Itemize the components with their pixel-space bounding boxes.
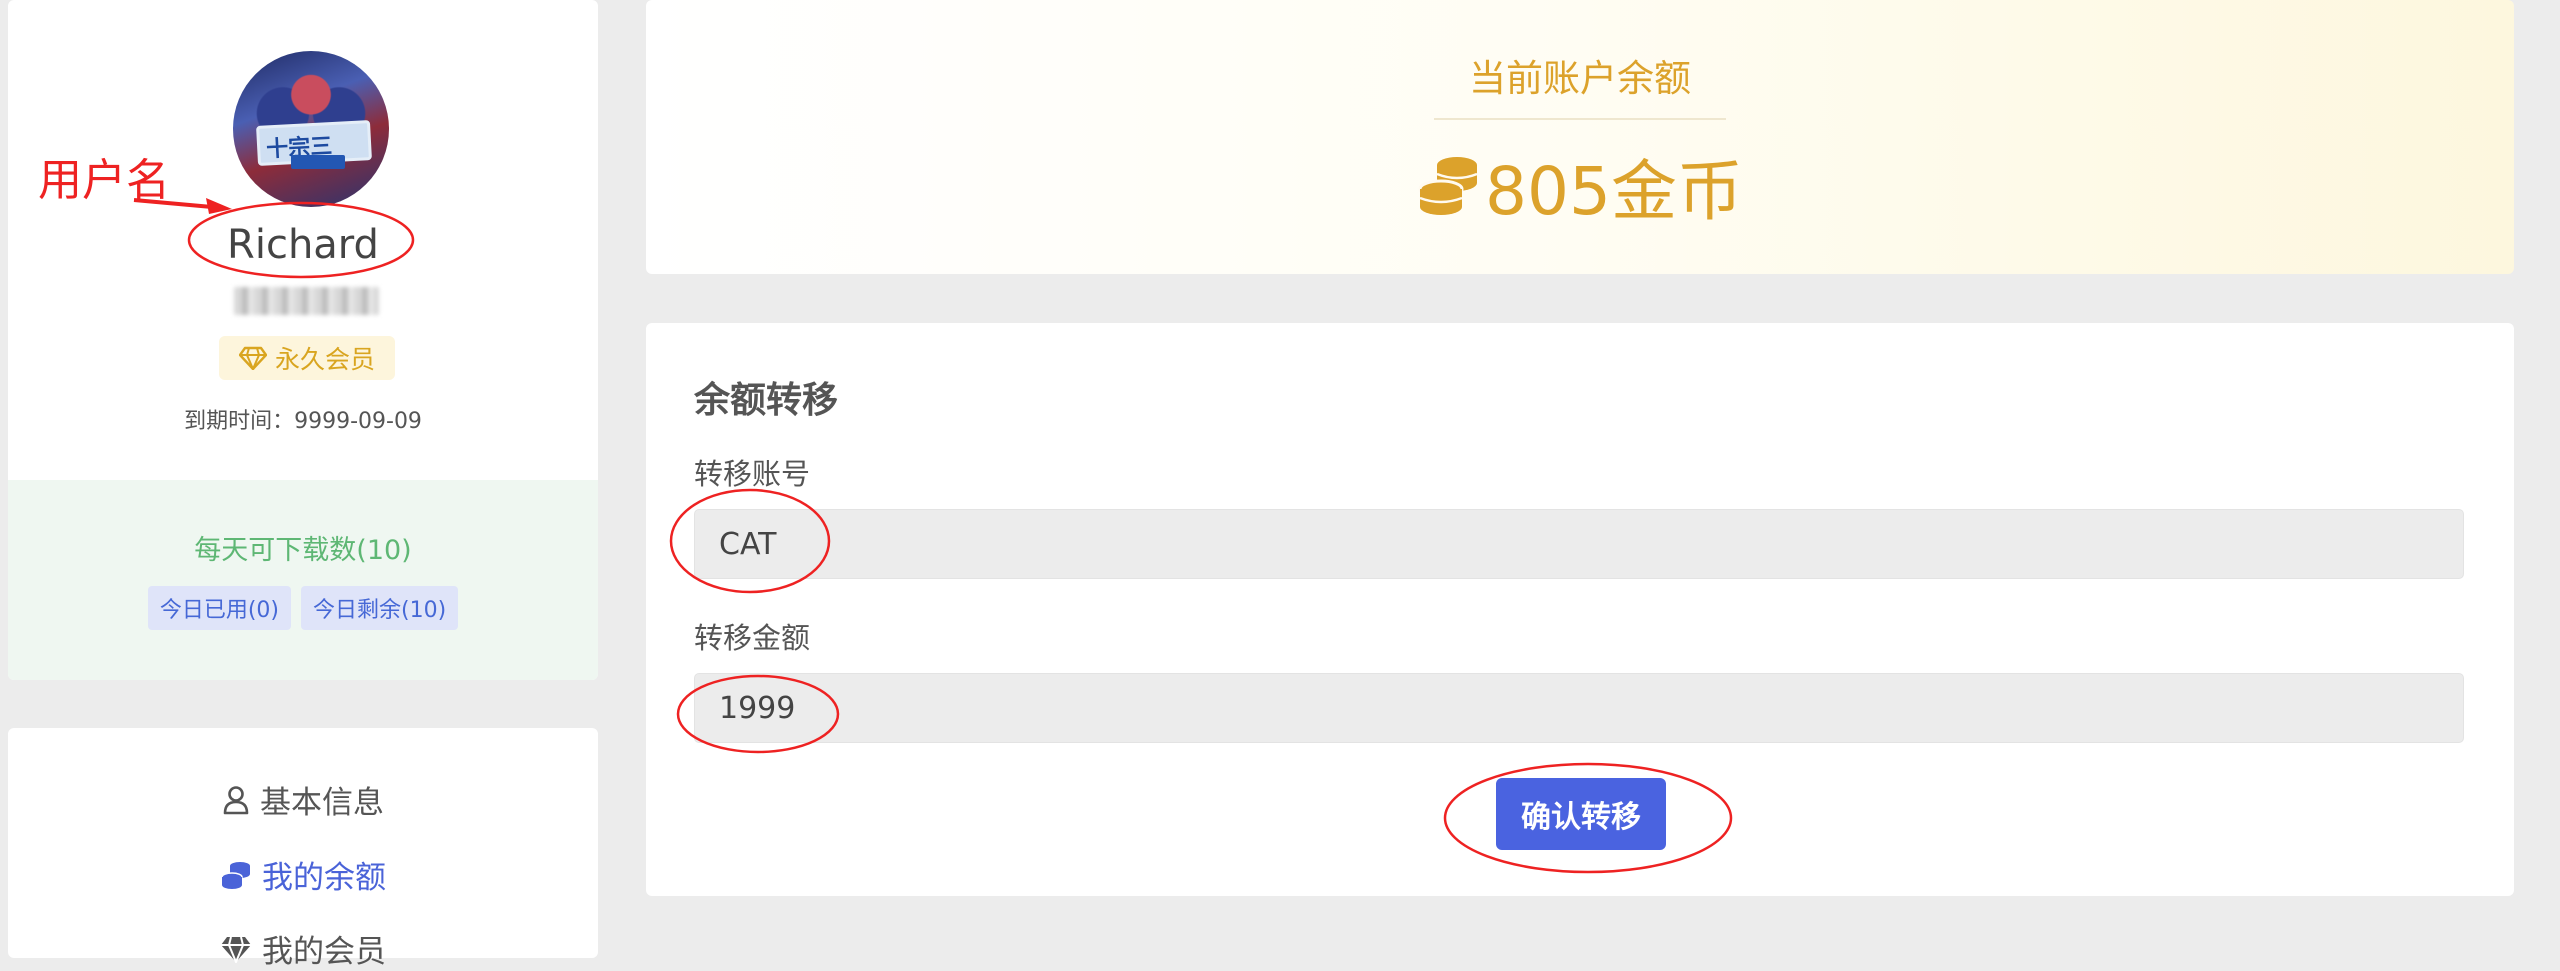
download-quota-box: 每天可下载数(10) 今日已用(0) 今日剩余(10) — [8, 480, 598, 680]
coins-icon — [1418, 157, 1478, 215]
account-input[interactable] — [694, 509, 2464, 579]
transfer-card: 余额转移 转移账号 转移金额 确认转移 — [646, 323, 2514, 896]
balance-amount-row: 805金币 — [646, 138, 2514, 234]
profile-card: 十宗三 Richard 永久会员 到期时间：9999-09-09 每天可下载数(… — [8, 0, 598, 680]
amount-label: 转移金额 — [694, 621, 811, 655]
vip-label: 永久会员 — [274, 345, 375, 374]
used-today-tag: 今日已用(0) — [147, 586, 291, 630]
diamond-icon — [221, 936, 251, 963]
nav-item-my-balance[interactable]: 我的余额 — [8, 852, 598, 897]
balance-divider — [1434, 118, 1726, 120]
nav-item-label: 我的余额 — [262, 860, 386, 896]
balance-banner: 当前账户余额 805金币 — [646, 0, 2514, 274]
nav-card: 基本信息 我的余额 我的会员 — [8, 728, 598, 970]
download-quota-title: 每天可下载数(10) — [194, 535, 412, 566]
download-quota-tags: 今日已用(0) 今日剩余(10) — [8, 586, 598, 630]
diamond-icon — [238, 346, 267, 370]
expire-label: 到期时间： — [184, 409, 295, 434]
username: Richard — [227, 222, 379, 268]
coins-icon — [221, 861, 250, 889]
expire-line: 到期时间：9999-09-09 — [8, 403, 598, 435]
balance-title: 当前账户余额 — [1469, 57, 1691, 100]
user-id-blurred — [234, 287, 379, 315]
nav-item-label: 我的会员 — [262, 934, 386, 970]
vip-badge: 永久会员 — [219, 336, 395, 380]
nav-item-label: 基本信息 — [260, 785, 384, 821]
avatar-badge-stripe — [291, 155, 345, 169]
avatar[interactable]: 十宗三 — [233, 51, 389, 207]
nav-item-basic-info[interactable]: 基本信息 — [8, 777, 598, 822]
user-icon — [223, 785, 249, 814]
confirm-transfer-button[interactable]: 确认转移 — [1496, 778, 1666, 850]
balance-amount: 805金币 — [1485, 153, 1743, 230]
account-label: 转移账号 — [694, 457, 811, 491]
nav-item-my-membership[interactable]: 我的会员 — [8, 926, 598, 971]
transfer-title: 余额转移 — [694, 380, 839, 421]
amount-input[interactable] — [694, 673, 2464, 743]
expire-date: 9999-09-09 — [294, 409, 422, 434]
remaining-today-tag: 今日剩余(10) — [301, 586, 459, 630]
